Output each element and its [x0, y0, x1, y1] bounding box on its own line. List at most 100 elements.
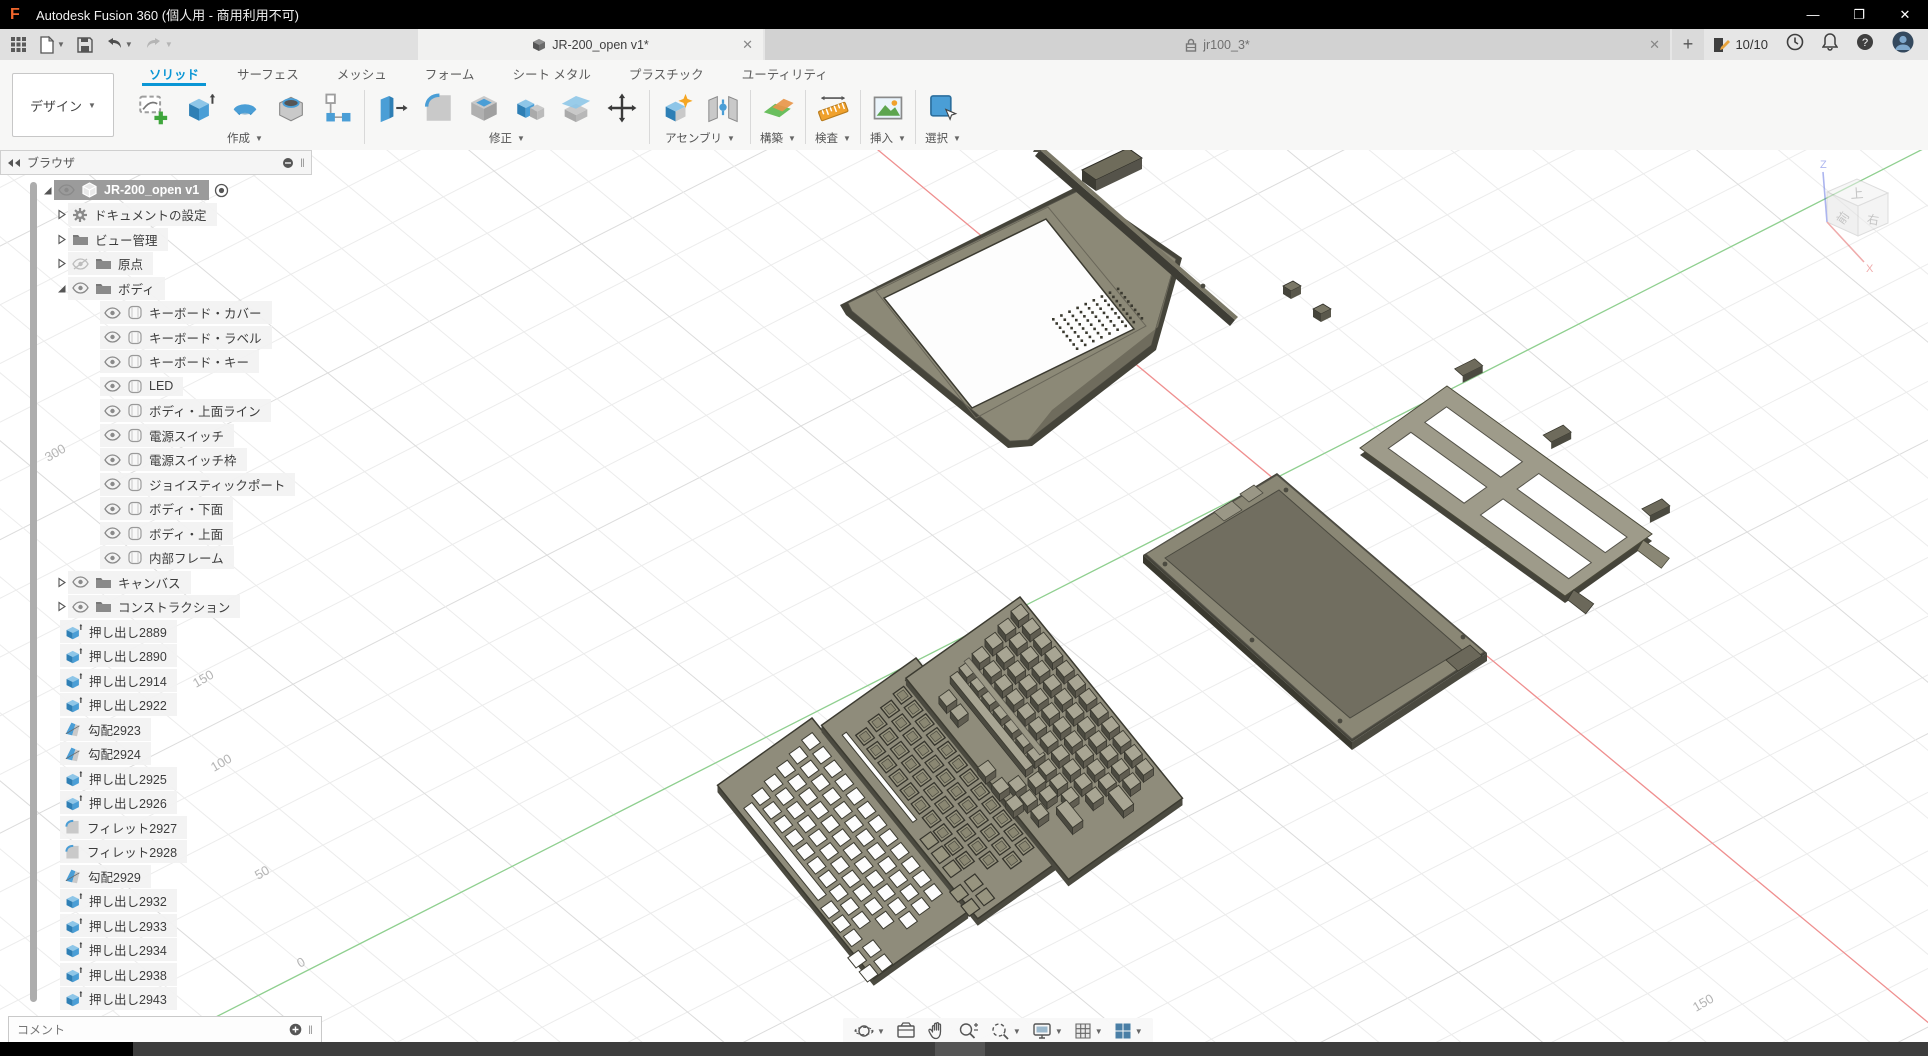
ribbon-group-label[interactable]: アセンブリ▼ — [665, 130, 735, 149]
eye-icon[interactable] — [104, 405, 121, 417]
construction-plane-icon[interactable] — [755, 86, 801, 130]
feature-item-2[interactable]: 押し出し2914 — [60, 668, 295, 693]
collapsed-arrow-icon[interactable] — [56, 601, 67, 612]
select-icon[interactable] — [920, 86, 966, 130]
fit-icon[interactable]: ▼ — [985, 1019, 1025, 1042]
new-component-icon[interactable] — [654, 86, 700, 130]
grid-settings-icon[interactable]: ▼ — [1069, 1019, 1107, 1042]
minimize-button[interactable]: — — [1790, 0, 1836, 29]
comment-box[interactable]: コメント ‖ — [8, 1016, 322, 1042]
ribbon-group-label[interactable]: 検査▼ — [815, 130, 851, 149]
press-pull-icon[interactable] — [369, 86, 415, 130]
browser-item-14[interactable]: 内部フレーム — [86, 546, 295, 571]
feature-item-5[interactable]: 勾配2924 — [60, 742, 295, 767]
eye-icon[interactable] — [104, 552, 121, 564]
eye-icon[interactable] — [104, 331, 121, 343]
browser-root-item[interactable]: JR-200_open v1 — [40, 178, 295, 203]
maximize-button[interactable]: ❐ — [1836, 0, 1882, 29]
collapsed-arrow-icon[interactable] — [56, 209, 67, 220]
job-status-badge[interactable]: 10/10 — [1713, 37, 1768, 53]
eye-icon[interactable] — [72, 282, 89, 294]
feature-item-9[interactable]: フィレット2928 — [60, 840, 295, 865]
notifications-bell-icon[interactable] — [1822, 33, 1838, 56]
model-part-power-switch-frame[interactable] — [1082, 150, 1142, 191]
app-grid-icon[interactable] — [6, 33, 31, 56]
orbit-icon[interactable]: ▼ — [849, 1019, 889, 1042]
shell-icon[interactable] — [461, 86, 507, 130]
browser-item-5[interactable]: キーボード・ラベル — [86, 325, 295, 350]
timeline-scroll-thumb[interactable] — [935, 1042, 985, 1056]
comment-grip-icon[interactable]: ‖ — [308, 1023, 313, 1037]
viewports-icon[interactable]: ▼ — [1109, 1019, 1147, 1042]
model-part-power-switch[interactable] — [1283, 281, 1301, 299]
ribbon-group-label[interactable]: 修正▼ — [489, 130, 525, 149]
ribbon-tab-1[interactable]: サーフェス — [218, 60, 318, 86]
model-part-led[interactable] — [1201, 284, 1206, 289]
eye-icon[interactable] — [104, 380, 121, 392]
browser-item-7[interactable]: LED — [86, 374, 295, 399]
panel-grip-icon[interactable]: ‖ — [300, 156, 305, 170]
eye-icon[interactable] — [104, 429, 121, 441]
expanded-arrow-icon[interactable] — [56, 283, 67, 294]
browser-item-6[interactable]: キーボード・キー — [86, 350, 295, 375]
browser-scrollbar[interactable] — [30, 182, 37, 1002]
feature-item-8[interactable]: フィレット2927 — [60, 815, 295, 840]
hole-icon[interactable] — [268, 86, 314, 130]
collapsed-arrow-icon[interactable] — [56, 234, 67, 245]
add-comment-icon[interactable] — [289, 1023, 302, 1036]
save-icon[interactable] — [73, 34, 97, 56]
eye-icon[interactable] — [104, 356, 121, 368]
browser-item-10[interactable]: 電源スイッチ枠 — [86, 448, 295, 473]
look-at-icon[interactable] — [891, 1019, 921, 1042]
browser-item-16[interactable]: コンストラクション — [54, 595, 295, 620]
browser-item-12[interactable]: ボディ・下面 — [86, 497, 295, 522]
browser-item-9[interactable]: 電源スイッチ — [86, 423, 295, 448]
feature-item-3[interactable]: 押し出し2922 — [60, 693, 295, 718]
new-tab-button[interactable]: + — [1672, 29, 1704, 60]
zoom-icon[interactable] — [953, 1019, 983, 1042]
browser-item-0[interactable]: ドキュメントの設定 — [54, 203, 295, 228]
browser-item-13[interactable]: ボディ・上面 — [86, 521, 295, 546]
undo-icon[interactable]: ▼ — [101, 34, 137, 55]
collapse-panel-icon[interactable] — [7, 158, 21, 168]
eye-icon[interactable] — [58, 184, 75, 196]
tab-close-icon[interactable]: ✕ — [742, 37, 753, 53]
collapsed-arrow-icon[interactable] — [56, 577, 67, 588]
eye-icon[interactable] — [104, 307, 121, 319]
browser-item-11[interactable]: ジョイスティックポート — [86, 472, 295, 497]
revolve-icon[interactable] — [222, 86, 268, 130]
eye-icon[interactable] — [72, 601, 89, 613]
help-icon[interactable]: ? — [1856, 33, 1874, 56]
panel-dot-icon[interactable] — [282, 157, 294, 169]
feature-item-14[interactable]: 押し出し2938 — [60, 962, 295, 987]
tab-jr100[interactable]: jr100_3* ✕ — [765, 29, 1670, 60]
browser-item-4[interactable]: キーボード・カバー — [86, 301, 295, 326]
ribbon-tab-6[interactable]: ユーティリティ — [723, 60, 847, 86]
feature-item-6[interactable]: 押し出し2925 — [60, 766, 295, 791]
feature-item-12[interactable]: 押し出し2933 — [60, 913, 295, 938]
feature-item-11[interactable]: 押し出し2932 — [60, 889, 295, 914]
combine-icon[interactable] — [507, 86, 553, 130]
ribbon-group-label[interactable]: 挿入▼ — [870, 130, 906, 149]
measure-icon[interactable] — [810, 86, 856, 130]
tab-jr200-open[interactable]: JR-200_open v1* ✕ — [418, 29, 763, 60]
tab-close-icon[interactable]: ✕ — [1649, 37, 1660, 53]
eye-icon[interactable] — [104, 527, 121, 539]
job-history-icon[interactable] — [1786, 33, 1804, 56]
redo-icon[interactable]: ▼ — [141, 34, 177, 55]
browser-header[interactable]: ブラウザ ‖ — [0, 150, 312, 175]
insert-canvas-icon[interactable] — [865, 86, 911, 130]
browser-item-15[interactable]: キャンバス — [54, 570, 295, 595]
ribbon-tab-3[interactable]: フォーム — [406, 60, 494, 86]
workspace-selector[interactable]: デザイン ▼ — [12, 73, 114, 137]
file-menu-icon[interactable]: ▼ — [35, 33, 69, 57]
pattern-icon[interactable] — [314, 86, 360, 130]
model-part-inner-frame[interactable] — [1360, 359, 1670, 614]
pan-icon[interactable] — [923, 1019, 951, 1042]
browser-item-3[interactable]: ボディ — [54, 276, 295, 301]
model-part-joystick-port[interactable] — [1313, 304, 1331, 322]
feature-item-0[interactable]: 押し出し2889 — [60, 619, 295, 644]
eye-icon[interactable] — [104, 478, 121, 490]
close-button[interactable]: ✕ — [1882, 0, 1928, 29]
joint-icon[interactable] — [700, 86, 746, 130]
